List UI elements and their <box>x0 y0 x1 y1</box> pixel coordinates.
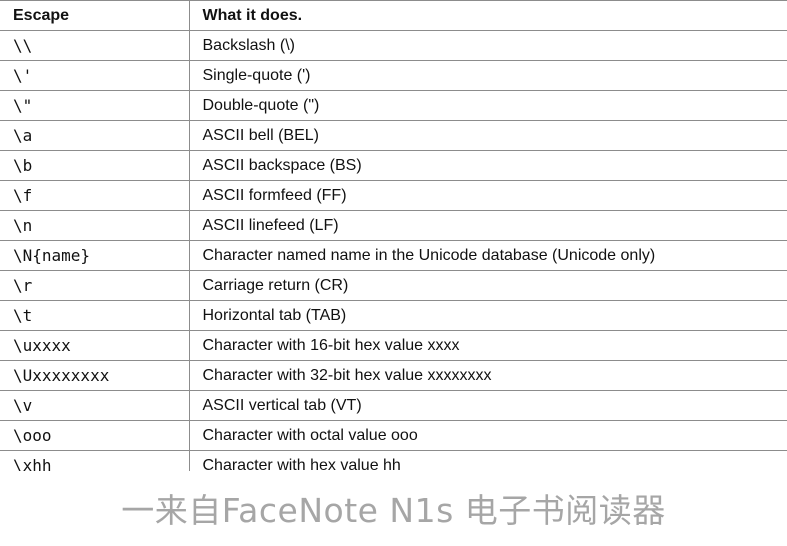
table-row: \ooo Character with octal value ooo <box>0 420 787 451</box>
table-row: \t Horizontal tab (TAB) <box>0 300 787 331</box>
escape-cell: \t <box>0 300 190 331</box>
description-cell: Character with octal value ooo <box>189 420 787 451</box>
escape-cell: \v <box>0 390 190 421</box>
escape-cell: \r <box>0 270 190 301</box>
description-cell: Horizontal tab (TAB) <box>189 300 787 331</box>
header-description: What it does. <box>189 0 787 31</box>
escape-sequence-table-viewport: Escape What it does. \\ Backslash (\) \'… <box>0 0 787 471</box>
escape-sequence-table: Escape What it does. \\ Backslash (\) \'… <box>0 0 787 471</box>
description-cell: Single-quote (') <box>189 60 787 91</box>
table-row: \Uxxxxxxxx Character with 32-bit hex val… <box>0 360 787 391</box>
table-row: \xhh Character with hex value hh <box>0 450 787 471</box>
table-header-row: Escape What it does. <box>0 0 787 31</box>
table-row: \N{name} Character named name in the Uni… <box>0 240 787 271</box>
description-cell: Character with 32-bit hex value xxxxxxxx <box>189 360 787 391</box>
description-cell: Double-quote (") <box>189 90 787 121</box>
table-row: \r Carriage return (CR) <box>0 270 787 301</box>
escape-cell: \N{name} <box>0 240 190 271</box>
escape-cell: \" <box>0 90 190 121</box>
escape-cell: \f <box>0 180 190 211</box>
description-cell: Backslash (\) <box>189 30 787 61</box>
escape-cell: \xhh <box>0 450 190 471</box>
description-cell: Carriage return (CR) <box>189 270 787 301</box>
table-row: \a ASCII bell (BEL) <box>0 120 787 151</box>
description-cell: Character named name in the Unicode data… <box>189 240 787 271</box>
escape-cell: \a <box>0 120 190 151</box>
table-row: \uxxxx Character with 16-bit hex value x… <box>0 330 787 361</box>
description-cell: Character with hex value hh <box>189 450 787 471</box>
escape-cell: \Uxxxxxxxx <box>0 360 190 391</box>
footer-watermark: 一来自FaceNote N1s 电子书阅读器 <box>121 491 666 530</box>
table-row: \" Double-quote (") <box>0 90 787 121</box>
description-cell: Character with 16-bit hex value xxxx <box>189 330 787 361</box>
escape-cell: \uxxxx <box>0 330 190 361</box>
escape-cell: \n <box>0 210 190 241</box>
description-cell: ASCII backspace (BS) <box>189 150 787 181</box>
header-escape: Escape <box>0 0 190 31</box>
table-row: \v ASCII vertical tab (VT) <box>0 390 787 421</box>
table-row: \f ASCII formfeed (FF) <box>0 180 787 211</box>
description-cell: ASCII formfeed (FF) <box>189 180 787 211</box>
table-row: \n ASCII linefeed (LF) <box>0 210 787 241</box>
table-row: \\ Backslash (\) <box>0 30 787 61</box>
escape-cell: \' <box>0 60 190 91</box>
description-cell: ASCII bell (BEL) <box>189 120 787 151</box>
escape-cell: \\ <box>0 30 190 61</box>
description-cell: ASCII vertical tab (VT) <box>189 390 787 421</box>
description-cell: ASCII linefeed (LF) <box>189 210 787 241</box>
escape-cell: \ooo <box>0 420 190 451</box>
escape-cell: \b <box>0 150 190 181</box>
table-row: \b ASCII backspace (BS) <box>0 150 787 181</box>
table-row: \' Single-quote (') <box>0 60 787 91</box>
